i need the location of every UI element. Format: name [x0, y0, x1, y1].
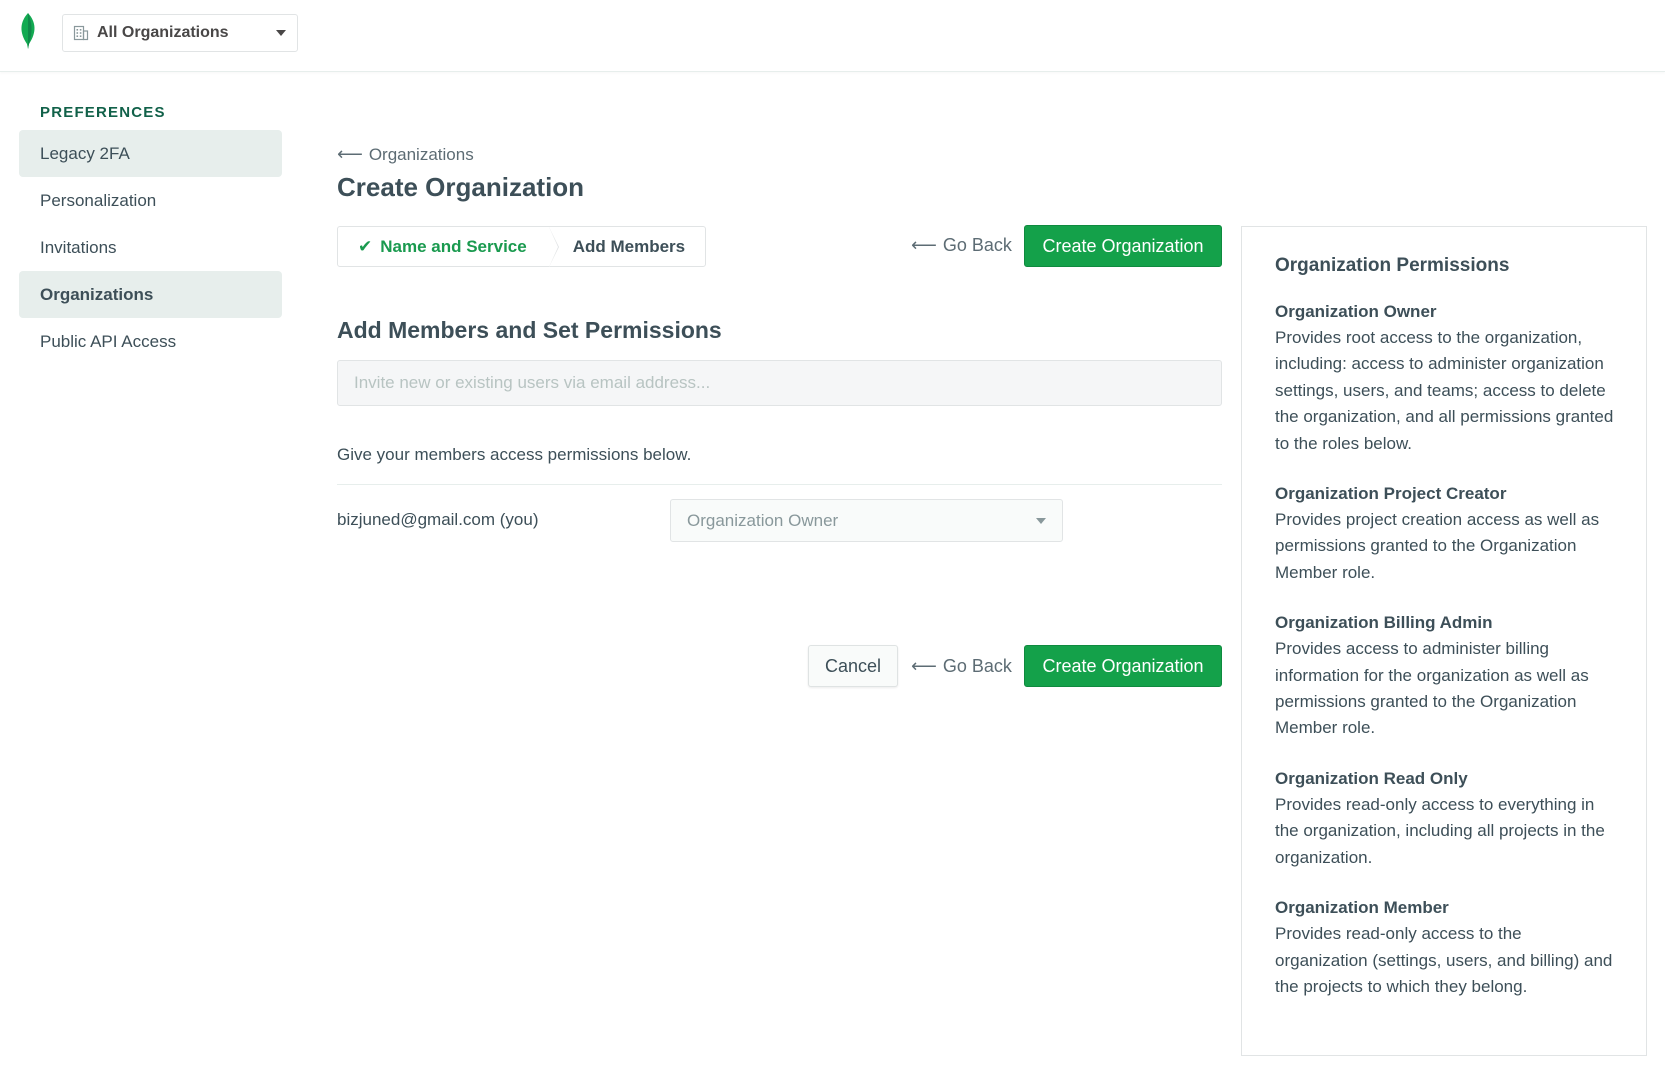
- checkmark-icon: ✔: [358, 236, 373, 256]
- role-name: Organization Owner: [1275, 302, 1437, 321]
- building-icon: [73, 25, 89, 41]
- role-name: Organization Member: [1275, 898, 1449, 918]
- create-organization-button-bottom[interactable]: Create Organization: [1024, 645, 1222, 687]
- role-text: Provides read-only access to the organiz…: [1275, 924, 1613, 996]
- role-name: Organization Project Creator: [1275, 484, 1507, 504]
- permissions-panel: Organization Permissions Organization Ow…: [1241, 226, 1647, 1056]
- sidebar-item-personalization[interactable]: Personalization: [19, 177, 282, 224]
- step-label: Add Members: [572, 236, 686, 256]
- go-back-button-bottom[interactable]: ⟵ Go Back: [911, 656, 1012, 677]
- page-title: Create Organization: [337, 172, 585, 202]
- role-description: Organization Read Only Provides read-onl…: [1275, 766, 1614, 871]
- section-title: Add Members and Set Permissions: [337, 317, 722, 343]
- role-text: Provides access to administer billing in…: [1275, 639, 1589, 738]
- go-back-button-top[interactable]: ⟵ Go Back: [911, 235, 1012, 256]
- member-role-value: Organization Owner: [687, 510, 839, 530]
- step-add-members[interactable]: Add Members: [549, 227, 705, 266]
- breadcrumb-label: Organizations: [368, 144, 474, 164]
- arrow-left-icon: ⟵: [911, 235, 937, 255]
- sidebar-item-public-api-access[interactable]: Public API Access: [19, 318, 282, 365]
- leaf-logo-icon[interactable]: [18, 12, 38, 50]
- role-text: Provides project creation access as well…: [1275, 510, 1600, 582]
- role-description: Organization Project Creator Provides pr…: [1275, 481, 1614, 586]
- permissions-note: Give your members access permissions bel…: [337, 445, 692, 464]
- breadcrumb[interactable]: ⟵ Organizations: [337, 144, 474, 165]
- organization-selector[interactable]: All Organizations: [62, 14, 298, 52]
- member-email: bizjuned@gmail.com (you): [337, 510, 539, 529]
- step-label: Name and Service: [380, 236, 527, 256]
- go-back-label: Go Back: [942, 656, 1012, 676]
- step-name-and-service[interactable]: ✔ Name and Service: [338, 227, 559, 267]
- caret-down-icon: [1036, 517, 1046, 524]
- create-organization-button-top[interactable]: Create Organization: [1024, 225, 1222, 267]
- role-description: Organization Owner Provides root access …: [1275, 299, 1614, 457]
- sidebar: PREFERENCES Legacy 2FA Personalization I…: [19, 96, 282, 365]
- sidebar-item-invitations[interactable]: Invitations: [19, 224, 282, 271]
- main-content: ⟵ Organizations Create Organization ✔ Na…: [337, 0, 1222, 1073]
- arrow-left-icon: ⟵: [337, 144, 363, 164]
- organization-selector-label: All Organizations: [97, 24, 229, 41]
- permissions-panel-title: Organization Permissions: [1275, 255, 1510, 276]
- caret-down-icon: [276, 30, 286, 36]
- arrow-left-icon: ⟵: [911, 656, 937, 676]
- role-description: Organization Member Provides read-only a…: [1275, 895, 1614, 1000]
- role-name: Organization Read Only: [1275, 768, 1468, 788]
- member-role-select[interactable]: Organization Owner: [670, 499, 1063, 542]
- go-back-label: Go Back: [942, 235, 1012, 255]
- sidebar-item-legacy-2fa[interactable]: Legacy 2FA: [19, 130, 282, 177]
- wizard-steps: ✔ Name and Service Add Members: [337, 226, 707, 267]
- role-description: Organization Billing Admin Provides acce…: [1275, 610, 1614, 742]
- divider: [337, 484, 1222, 485]
- cancel-button[interactable]: Cancel: [808, 645, 898, 687]
- sidebar-heading: PREFERENCES: [40, 104, 166, 121]
- role-text: Provides read-only access to everything …: [1275, 794, 1605, 867]
- sidebar-item-organizations[interactable]: Organizations: [19, 271, 282, 318]
- role-name: Organization Billing Admin: [1275, 613, 1493, 633]
- invite-email-input[interactable]: [337, 360, 1222, 406]
- role-text: Provides root access to the organization…: [1275, 328, 1614, 453]
